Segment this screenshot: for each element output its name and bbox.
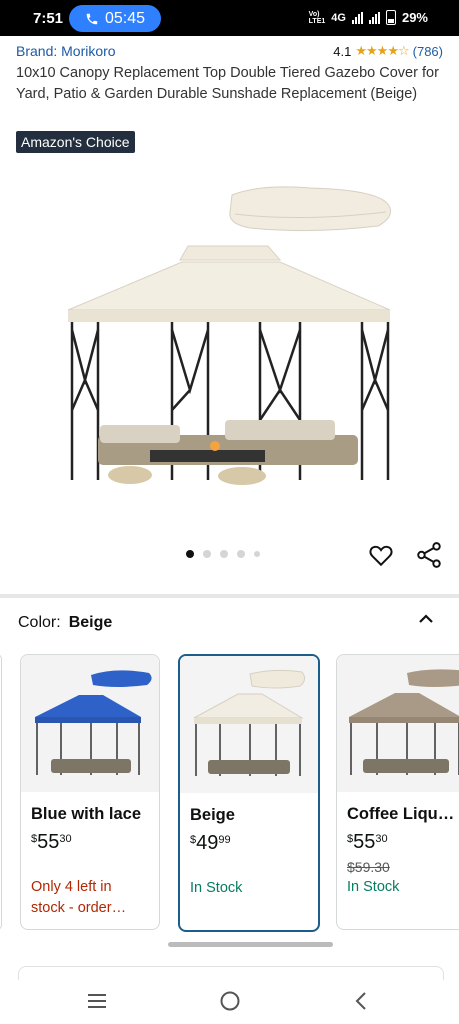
ongoing-call-pill[interactable]: 05:45 — [69, 5, 161, 32]
status-indicators: Vo) LTE1 4G 29% — [309, 10, 428, 25]
rating-value: 4.1 — [333, 43, 352, 59]
selected-color: Beige — [68, 614, 113, 631]
network-type: 4G — [331, 11, 346, 24]
folded-canopy-image — [229, 186, 391, 232]
swatch-card-partial[interactable] — [0, 654, 2, 930]
image-pager[interactable] — [186, 550, 260, 558]
swatch-image — [180, 656, 318, 793]
swatch-name: Coffee Liqu… — [347, 805, 455, 823]
phone-icon — [86, 13, 98, 24]
swatch-price: $5530 — [31, 831, 72, 853]
signal-icon-2 — [368, 11, 380, 24]
brand-link[interactable]: Brand: Morikoro — [16, 43, 116, 59]
pager-dot[interactable] — [220, 550, 228, 558]
volte-indicator: Vo) LTE1 — [308, 10, 326, 25]
battery-percent: 29% — [401, 10, 428, 25]
chevron-up-icon[interactable] — [416, 609, 436, 629]
patio-furniture — [98, 420, 358, 485]
heart-icon[interactable] — [368, 542, 394, 568]
status-time: 7:51 — [33, 10, 64, 27]
call-duration: 05:45 — [104, 9, 146, 27]
pager-dot[interactable] — [186, 550, 194, 558]
color-label: Color: — [18, 614, 61, 631]
amazons-choice-badge: Amazon's Choice — [16, 131, 135, 153]
back-icon[interactable] — [350, 989, 374, 1013]
product-title: 10x10 Canopy Replacement Top Double Tier… — [16, 65, 439, 102]
swatch-name: Blue with lace — [31, 805, 142, 823]
status-bar: 7:51 05:45 Vo) LTE1 4G 29% — [0, 0, 459, 36]
swatch-card-coffee[interactable]: Coffee Liqu… $5530 $59.30 In Stock — [336, 654, 459, 930]
swatch-availability: In Stock — [190, 880, 243, 896]
swatch-name: Beige — [190, 806, 235, 824]
star-rating-icon: ★★★★☆ — [355, 43, 409, 58]
product-image[interactable] — [60, 180, 405, 495]
pager-dot[interactable] — [254, 551, 260, 557]
swatch-image — [21, 655, 159, 792]
gazebo-roof — [67, 245, 391, 322]
battery-icon — [385, 10, 396, 25]
color-selector-header[interactable]: Color: Beige — [18, 614, 112, 632]
swatch-price: $5530 — [347, 831, 388, 853]
swatch-card-beige[interactable]: Beige $4999 In Stock — [178, 654, 320, 932]
pager-dot[interactable] — [237, 550, 245, 558]
pager-dot[interactable] — [203, 550, 211, 558]
swatch-card-blue-with-lace[interactable]: Blue with lace $5530 Only 4 left in stoc… — [20, 654, 160, 930]
swatch-list-price: $59.30 — [347, 859, 390, 875]
share-icon[interactable] — [416, 541, 442, 569]
home-icon[interactable] — [218, 989, 242, 1013]
swatch-price: $4999 — [190, 832, 231, 854]
signal-icon — [351, 11, 363, 24]
rating-summary[interactable]: 4.1 ★★★★☆ (786) — [333, 43, 443, 59]
swatch-scrollbar[interactable] — [168, 942, 333, 947]
rating-count[interactable]: (786) — [413, 44, 443, 59]
menu-icon[interactable] — [85, 989, 109, 1013]
swatch-image — [337, 655, 459, 792]
section-divider — [0, 594, 459, 598]
swatch-availability: In Stock — [347, 879, 400, 895]
swatch-availability: Only 4 left in stock - order… — [31, 879, 127, 916]
